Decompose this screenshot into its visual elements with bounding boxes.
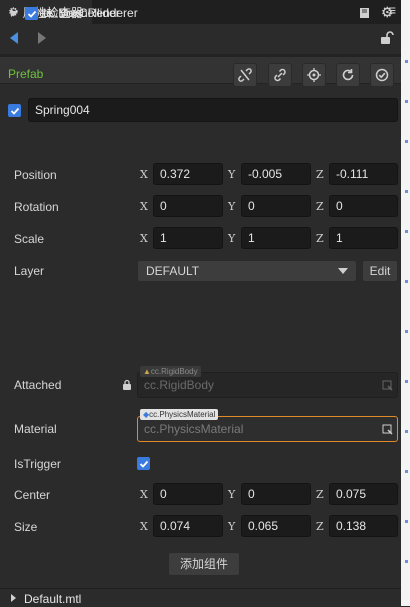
book-icon[interactable]	[358, 6, 372, 20]
axis-z-label: Z	[316, 520, 324, 533]
scale-z-input[interactable]: 1	[329, 227, 398, 249]
link-icon	[274, 68, 286, 82]
is-trigger-label: IsTrigger	[14, 457, 61, 471]
box-collider-title: cc.BoxCollider	[43, 6, 120, 20]
revert-prefab-button[interactable]	[336, 63, 360, 87]
asset-picker-icon[interactable]	[382, 424, 393, 435]
axis-z-label: Z	[316, 232, 324, 245]
axis-y-label: Y	[228, 520, 236, 533]
chevron-down-icon	[338, 268, 348, 274]
layer-select[interactable]: DEFAULT	[137, 260, 357, 282]
axis-x-label: X	[140, 168, 148, 181]
center-z-input[interactable]: 0.075	[329, 483, 398, 505]
scale-label: Scale	[14, 232, 45, 246]
position-x-input[interactable]: 0.372	[153, 163, 223, 185]
rotation-x-input[interactable]: 0	[153, 195, 223, 217]
axis-x-label: X	[140, 520, 148, 533]
attached-label: Attached	[14, 378, 62, 392]
size-y-input[interactable]: 0.065	[241, 515, 311, 537]
prefab-label: Prefab	[8, 67, 44, 81]
layer-label: Layer	[14, 264, 45, 278]
add-component-button[interactable]: 添加组件	[168, 552, 240, 576]
size-label: Size	[14, 520, 38, 534]
material-preview-title: Default.mtl	[24, 592, 82, 606]
rigidbody-type-tag: ▲cc.RigidBody	[140, 366, 201, 377]
arrow-left-icon[interactable]	[10, 32, 18, 44]
rotation-label: Rotation	[14, 200, 59, 214]
size-x-input[interactable]: 0.074	[153, 515, 223, 537]
axis-z-label: Z	[316, 168, 324, 181]
axis-y-label: Y	[228, 232, 236, 245]
apply-icon	[375, 68, 389, 82]
axis-z-label: Z	[316, 200, 324, 213]
axis-x-label: X	[140, 200, 148, 213]
chevron-right-icon	[11, 594, 16, 602]
axis-y-label: Y	[228, 200, 236, 213]
rotation-z-input[interactable]: 0	[329, 195, 398, 217]
position-z-input[interactable]: -0.111	[329, 163, 398, 185]
scale-y-input[interactable]: 1	[241, 227, 311, 249]
locate-icon	[307, 68, 321, 82]
unlink-prefab-button[interactable]	[233, 63, 257, 87]
layer-select-value: DEFAULT	[146, 264, 200, 278]
navigation-bar	[0, 24, 401, 55]
chevron-down-icon	[10, 11, 18, 16]
unlock-icon[interactable]	[380, 31, 394, 45]
link-prefab-button[interactable]	[268, 63, 292, 87]
axis-x-label: X	[140, 488, 148, 501]
revert-icon	[342, 69, 354, 81]
unlink-icon	[238, 68, 252, 82]
size-z-input[interactable]: 0.138	[329, 515, 398, 537]
adjacent-window-edge	[401, 0, 410, 606]
apply-prefab-button[interactable]	[370, 63, 394, 87]
layer-edit-button[interactable]: Edit	[362, 260, 398, 282]
material-label: Material	[14, 422, 57, 436]
is-trigger-checkbox[interactable]	[137, 457, 150, 470]
axis-z-label: Z	[316, 488, 324, 501]
box-collider-enabled-checkbox[interactable]	[25, 7, 38, 20]
locate-prefab-button[interactable]	[302, 63, 326, 87]
axis-y-label: Y	[228, 488, 236, 501]
center-y-input[interactable]: 0	[241, 483, 311, 505]
asset-picker-icon	[382, 380, 393, 391]
rotation-y-input[interactable]: 0	[241, 195, 311, 217]
material-placeholder: cc.PhysicsMaterial	[144, 422, 244, 436]
position-label: Position	[14, 168, 57, 182]
physics-material-type-tag: ◆cc.PhysicsMaterial	[140, 409, 219, 420]
node-active-checkbox[interactable]	[8, 104, 21, 117]
axis-x-label: X	[140, 232, 148, 245]
position-y-input[interactable]: -0.005	[241, 163, 311, 185]
scale-x-input[interactable]: 1	[153, 227, 223, 249]
material-preview-header[interactable]: Default.mtl	[0, 588, 401, 607]
arrow-right-icon[interactable]	[38, 32, 46, 44]
center-x-input[interactable]: 0	[153, 483, 223, 505]
gear-icon[interactable]: ⚙	[381, 4, 395, 20]
axis-y-label: Y	[228, 168, 236, 181]
attached-placeholder: cc.RigidBody	[144, 378, 215, 392]
center-label: Center	[14, 488, 51, 502]
node-name-input[interactable]: Spring004	[28, 98, 398, 122]
lock-icon	[123, 379, 131, 390]
